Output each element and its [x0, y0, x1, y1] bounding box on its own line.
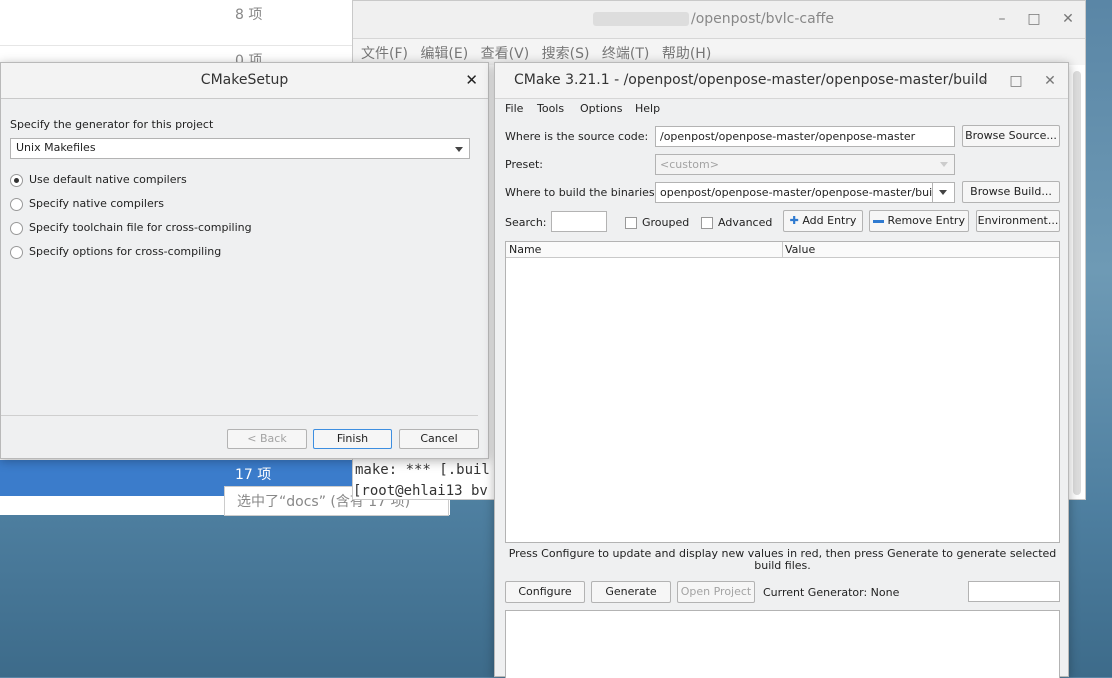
title-bar: CMake 3.21.1 - /openpost/openpose-master…	[495, 63, 1068, 99]
item-count: 8 项	[235, 7, 263, 23]
finish-button[interactable]: Finish	[313, 429, 392, 449]
build-path-input[interactable]: openpost/openpose-master/openpose-master…	[655, 182, 955, 203]
preset-select[interactable]: <custom>	[655, 154, 955, 175]
minimize-icon[interactable]: –	[993, 10, 1011, 28]
checkbox-icon[interactable]	[625, 217, 637, 229]
table-header: Name Value	[506, 242, 1059, 258]
item-count: 17 项	[235, 467, 272, 483]
window-title: CMake 3.21.1 - /openpost/openpose-master…	[514, 72, 988, 88]
terminal-line: make: *** [.buil	[355, 462, 490, 478]
advanced-checkbox[interactable]: Advanced	[701, 216, 772, 229]
dialog-title: CMakeSetup	[200, 72, 289, 88]
open-project-button[interactable]: Open Project	[677, 581, 755, 603]
browse-build-button[interactable]: Browse Build...	[962, 181, 1060, 203]
menu-help[interactable]: Help	[635, 102, 660, 115]
menu-file[interactable]: 文件(F)	[361, 43, 408, 63]
radio-native-compilers[interactable]: Specify native compilers	[10, 197, 164, 211]
minus-icon	[873, 219, 885, 223]
radio-icon[interactable]	[10, 197, 23, 211]
output-log[interactable]	[505, 610, 1060, 678]
close-icon[interactable]: ✕	[465, 71, 478, 89]
add-entry-button[interactable]: ✚ Add Entry	[783, 210, 863, 232]
configure-hint: Press Configure to update and display ne…	[508, 547, 1057, 572]
checkbox-icon[interactable]	[701, 217, 713, 229]
menu-help[interactable]: 帮助(H)	[662, 43, 711, 63]
close-icon[interactable]: ✕	[1041, 72, 1059, 90]
environment-button[interactable]: Environment...	[976, 210, 1060, 232]
column-header-value[interactable]: Value	[785, 243, 815, 256]
menu-search[interactable]: 搜索(S)	[542, 43, 590, 63]
radio-toolchain-file[interactable]: Specify toolchain file for cross-compili…	[10, 221, 252, 235]
title-bar: /openpost/bvlc-caffe – □ ✕	[353, 1, 1085, 39]
radio-icon[interactable]	[10, 221, 23, 235]
chevron-down-icon	[455, 147, 463, 152]
redacted-path	[593, 12, 689, 26]
current-generator: Current Generator: None	[763, 586, 900, 599]
chevron-down-icon	[939, 190, 947, 195]
generator-prompt: Specify the generator for this project	[10, 118, 214, 131]
maximize-icon[interactable]: □	[1007, 72, 1025, 90]
back-button[interactable]: < Back	[227, 429, 307, 449]
generate-button[interactable]: Generate	[591, 581, 671, 603]
source-label: Where is the source code:	[505, 130, 649, 143]
cmake-gui-window: CMake 3.21.1 - /openpost/openpose-master…	[494, 62, 1069, 678]
generator-value: Unix Makefiles	[16, 141, 96, 154]
browse-source-button[interactable]: Browse Source...	[962, 125, 1060, 147]
column-header-name[interactable]: Name	[509, 243, 541, 256]
close-icon[interactable]: ✕	[1059, 10, 1077, 28]
window-title: /openpost/bvlc-caffe	[593, 11, 834, 27]
maximize-icon[interactable]: □	[1025, 10, 1043, 28]
build-label: Where to build the binaries:	[505, 186, 659, 199]
configure-button[interactable]: Configure	[505, 581, 585, 603]
menu-edit[interactable]: 编辑(E)	[420, 43, 468, 63]
build-path-value: openpost/openpose-master/openpose-master…	[660, 186, 943, 199]
menu-terminal[interactable]: 终端(T)	[602, 43, 649, 63]
generator-select[interactable]: Unix Makefiles	[10, 138, 470, 159]
preset-label: Preset:	[505, 158, 544, 171]
column-divider[interactable]	[782, 242, 783, 258]
cancel-button[interactable]: Cancel	[399, 429, 479, 449]
search-label: Search:	[505, 216, 547, 229]
terminal-prompt: [root@ehlai13 bv	[353, 483, 488, 499]
chevron-down-icon	[940, 162, 948, 167]
source-path-input[interactable]: /openpost/openpose-master/openpose-maste…	[655, 126, 955, 147]
menu-bar: File Tools Options Help	[495, 99, 1068, 119]
divider	[1, 415, 478, 416]
radio-icon[interactable]	[10, 245, 23, 259]
remove-entry-button[interactable]: Remove Entry	[869, 210, 969, 232]
progress-field	[968, 581, 1060, 602]
preset-value: <custom>	[660, 158, 719, 171]
minimize-icon[interactable]: –	[975, 72, 993, 90]
search-input[interactable]	[551, 211, 607, 232]
grouped-checkbox[interactable]: Grouped	[625, 216, 689, 229]
scrollbar[interactable]	[1073, 71, 1081, 495]
build-history-dropdown[interactable]	[932, 183, 954, 202]
plus-icon: ✚	[789, 214, 799, 227]
radio-default-compilers[interactable]: Use default native compilers	[10, 173, 187, 187]
menu-tools[interactable]: Tools	[537, 102, 564, 115]
menu-file[interactable]: File	[505, 102, 523, 115]
title-bar: CMakeSetup ✕	[1, 63, 488, 99]
menu-view[interactable]: 查看(V)	[481, 43, 530, 63]
radio-checked-icon[interactable]	[10, 173, 23, 187]
menu-options[interactable]: Options	[580, 102, 622, 115]
cache-variables-table[interactable]: Name Value	[505, 241, 1060, 543]
radio-cross-compile-options[interactable]: Specify options for cross-compiling	[10, 245, 221, 259]
cmake-setup-dialog: CMakeSetup ✕ Specify the generator for t…	[0, 62, 489, 459]
